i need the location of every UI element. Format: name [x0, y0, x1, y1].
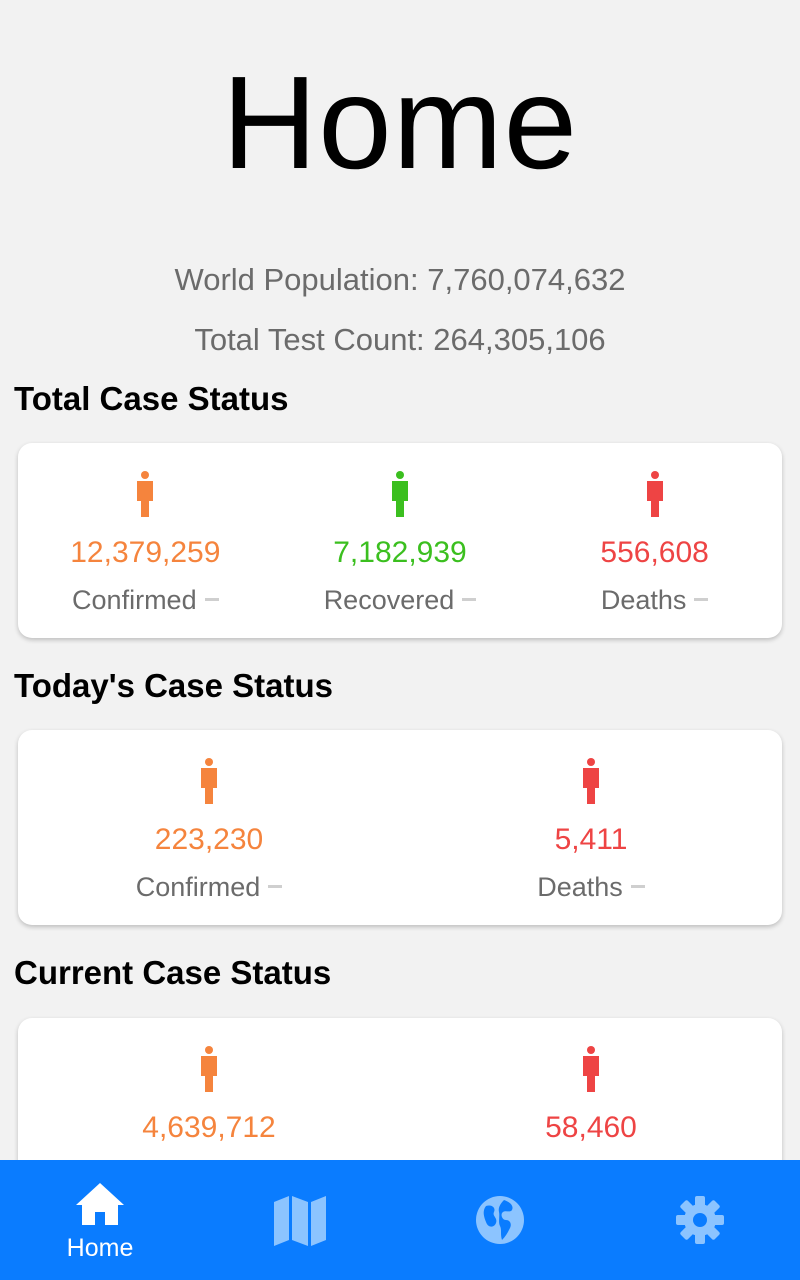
person-icon [646, 471, 663, 517]
dash-icon [630, 885, 645, 889]
gear-icon [676, 1196, 724, 1244]
total-recovered-label-text: Recovered [323, 585, 455, 615]
total-case-status-card: 12,379,259 Confirmed 7,182,939 Recovered… [18, 443, 782, 638]
today-deaths-stat: 5,411 Deaths [421, 758, 761, 904]
total-deaths-label-text: Deaths [600, 585, 687, 615]
current-confirmed-stat: 4,639,712 [39, 1046, 379, 1146]
today-deaths-value: 5,411 [554, 823, 628, 856]
total-recovered-stat: 7,182,939 Recovered [280, 471, 520, 617]
bottom-nav-bar: Home [0, 1160, 800, 1280]
dash-icon [204, 598, 219, 602]
person-icon [201, 1046, 217, 1092]
total-test-count-text: Total Test Count: 264,305,106 [194, 322, 606, 357]
current-confirmed-value: 4,639,712 [142, 1111, 276, 1144]
map-icon [274, 1196, 326, 1246]
total-deaths-stat: 556,608 Deaths [535, 471, 775, 617]
nav-tab-globe[interactable] [400, 1160, 600, 1280]
today-case-status-card: 223,230 Confirmed 5,411 Deaths [18, 730, 782, 925]
person-icon [391, 471, 408, 517]
nav-tab-settings[interactable] [600, 1160, 800, 1280]
current-deaths-stat: 58,460 [421, 1046, 761, 1146]
total-recovered-value: 7,182,939 [333, 536, 467, 569]
globe-icon [476, 1196, 524, 1244]
person-icon [583, 758, 599, 804]
nav-tab-map[interactable] [200, 1160, 400, 1280]
nav-tab-home-label: Home [66, 1234, 134, 1262]
person-icon [201, 758, 217, 804]
total-recovered-label: Recovered [324, 583, 477, 617]
today-deaths-label-text: Deaths [537, 872, 623, 902]
today-confirmed-label-text: Confirmed [135, 872, 261, 902]
total-confirmed-value: 12,379,259 [70, 536, 221, 569]
home-screen: Home World Population: 7,760,074,632 Tot… [0, 0, 800, 1280]
person-icon [137, 471, 154, 517]
today-confirmed-value: 223,230 [154, 823, 264, 856]
nav-tab-home[interactable]: Home [0, 1160, 200, 1280]
today-confirmed-stat: 223,230 Confirmed [39, 758, 379, 904]
total-confirmed-stat: 12,379,259 Confirmed [25, 471, 265, 617]
dash-icon [268, 885, 283, 889]
current-case-status-heading: Current Case Status [14, 954, 332, 991]
world-population-text: World Population: 7,760,074,632 [174, 262, 626, 297]
today-confirmed-label: Confirmed [136, 870, 283, 904]
today-case-status-heading: Today's Case Status [14, 667, 334, 704]
total-case-status-heading: Total Case Status [14, 380, 289, 417]
person-icon [583, 1046, 599, 1092]
total-deaths-value: 556,608 [600, 536, 709, 569]
today-deaths-label: Deaths [537, 870, 645, 904]
total-confirmed-label: Confirmed [72, 583, 219, 617]
total-deaths-label: Deaths [601, 583, 709, 617]
page-title: Home [221, 49, 579, 196]
dash-icon [694, 598, 709, 602]
total-confirmed-label-text: Confirmed [72, 585, 197, 615]
dash-icon [462, 598, 477, 602]
current-deaths-value: 58,460 [545, 1111, 637, 1144]
home-icon [76, 1183, 124, 1225]
